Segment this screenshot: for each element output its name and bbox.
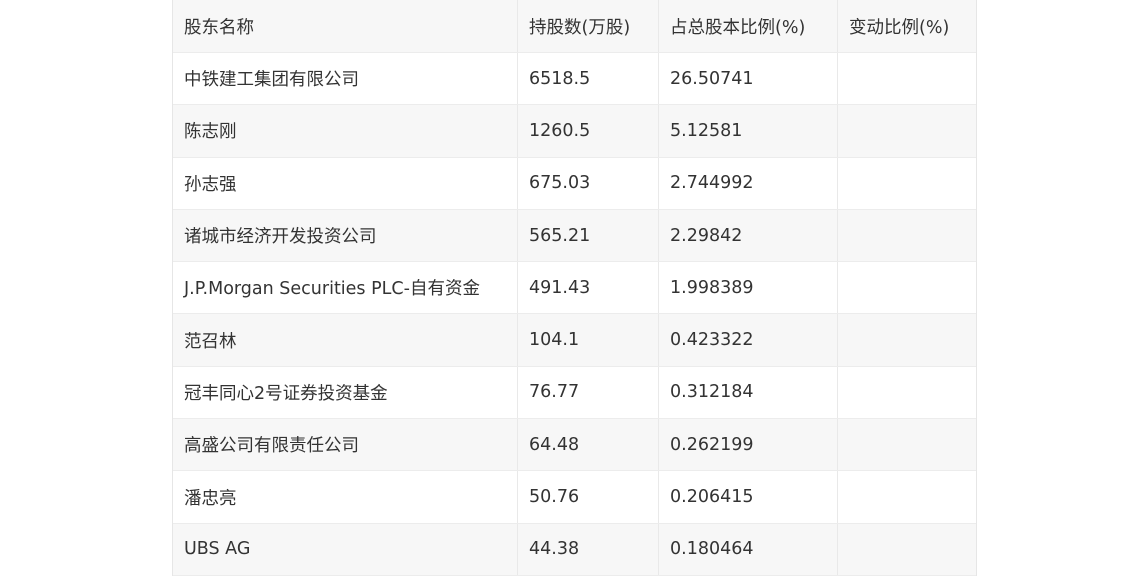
shares-held-cell: 76.77 <box>518 366 659 419</box>
shareholder-name-cell: 诸城市经济开发投资公司 <box>173 209 518 262</box>
shares-held-cell: 64.48 <box>518 419 659 471</box>
share-ratio-cell: 0.180464 <box>659 523 838 575</box>
shareholder-name-cell: J.P.Morgan Securities PLC-自有资金 <box>173 262 518 314</box>
table-row: 冠丰同心2号证券投资基金 76.77 0.312184 <box>173 366 976 420</box>
share-ratio-cell: 0.312184 <box>659 366 838 419</box>
table-row: 高盛公司有限责任公司 64.48 0.262199 <box>173 419 976 472</box>
table-row: 陈志刚 1260.5 5.12581 <box>173 105 976 158</box>
shareholder-name-cell: UBS AG <box>173 523 518 575</box>
shares-held-cell: 491.43 <box>518 262 659 314</box>
table-row: J.P.Morgan Securities PLC-自有资金 491.43 1.… <box>173 262 976 315</box>
table-row: 中铁建工集团有限公司 6518.5 26.50741 <box>173 53 976 106</box>
header-share-ratio: 占总股本比例(%) <box>659 0 838 52</box>
share-ratio-cell: 0.206415 <box>659 471 838 523</box>
change-ratio-cell <box>838 314 974 365</box>
share-ratio-cell: 5.12581 <box>659 105 838 157</box>
change-ratio-cell <box>838 524 974 575</box>
shares-held-cell: 675.03 <box>518 157 659 209</box>
table-row: 诸城市经济开发投资公司 565.21 2.29842 <box>173 209 976 263</box>
share-ratio-cell: 2.29842 <box>659 209 838 262</box>
change-ratio-cell <box>838 210 974 261</box>
table-row: 潘忠亮 50.76 0.206415 <box>173 471 976 524</box>
shares-held-cell: 104.1 <box>518 314 659 366</box>
table-row: 范召林 104.1 0.423322 <box>173 314 976 367</box>
shareholder-name-cell: 潘忠亮 <box>173 471 518 523</box>
table-row: UBS AG 44.38 0.180464 <box>173 523 976 576</box>
shareholder-name-cell: 高盛公司有限责任公司 <box>173 419 518 471</box>
shareholder-table: 股东名称 持股数(万股) 占总股本比例(%) 变动比例(%) 中铁建工集团有限公… <box>172 0 977 576</box>
shares-held-cell: 6518.5 <box>518 53 659 105</box>
header-shareholder-name: 股东名称 <box>173 0 518 52</box>
change-ratio-cell <box>838 471 974 522</box>
change-ratio-cell <box>838 367 974 418</box>
share-ratio-cell: 0.423322 <box>659 314 838 366</box>
share-ratio-cell: 2.744992 <box>659 157 838 209</box>
shareholder-name-cell: 范召林 <box>173 314 518 366</box>
change-ratio-cell <box>838 262 974 313</box>
shareholder-name-cell: 冠丰同心2号证券投资基金 <box>173 366 518 419</box>
header-shares-held: 持股数(万股) <box>518 0 659 52</box>
change-ratio-cell <box>838 158 974 209</box>
shareholder-name-cell: 中铁建工集团有限公司 <box>173 53 518 105</box>
shares-held-cell: 565.21 <box>518 209 659 262</box>
share-ratio-cell: 26.50741 <box>659 53 838 105</box>
shareholder-name-cell: 孙志强 <box>173 157 518 209</box>
shares-held-cell: 1260.5 <box>518 105 659 157</box>
table-row: 孙志强 675.03 2.744992 <box>173 157 976 210</box>
shareholder-name-cell: 陈志刚 <box>173 105 518 157</box>
change-ratio-cell <box>838 105 974 156</box>
header-change-ratio: 变动比例(%) <box>849 17 950 38</box>
table-header-row: 股东名称 持股数(万股) 占总股本比例(%) 变动比例(%) <box>173 0 976 53</box>
change-ratio-cell <box>838 419 974 470</box>
change-ratio-cell <box>838 53 974 104</box>
shares-held-cell: 50.76 <box>518 471 659 523</box>
share-ratio-cell: 0.262199 <box>659 419 838 471</box>
share-ratio-cell: 1.998389 <box>659 262 838 314</box>
shares-held-cell: 44.38 <box>518 523 659 575</box>
